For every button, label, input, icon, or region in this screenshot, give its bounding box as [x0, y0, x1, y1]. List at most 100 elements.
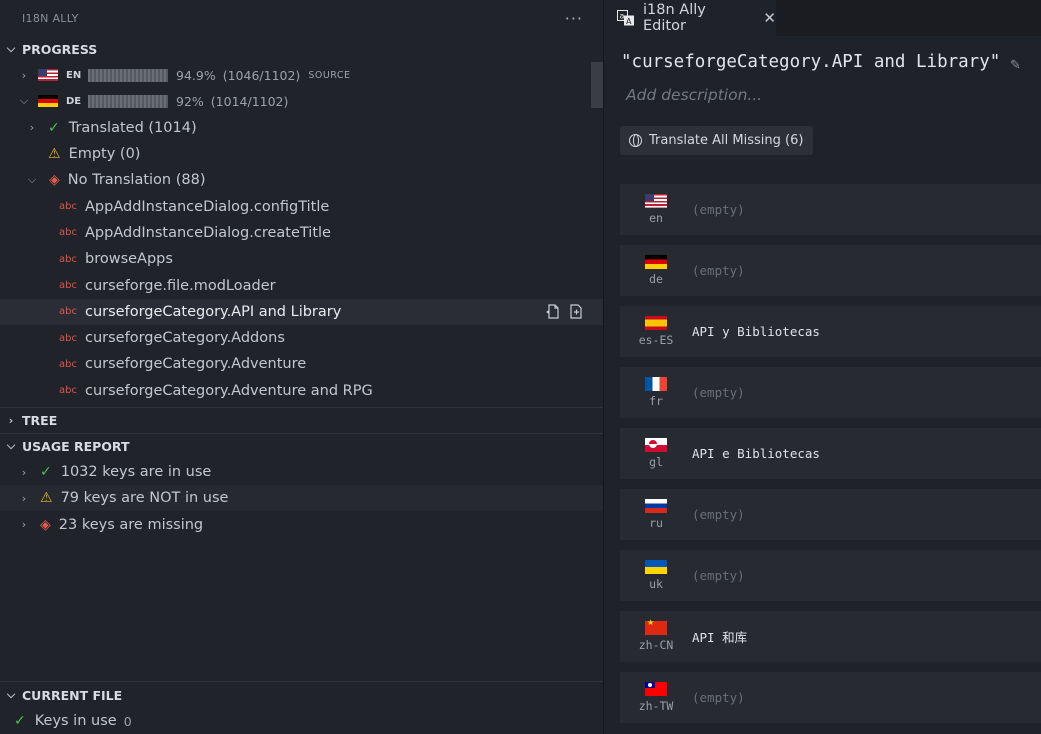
key-label: curseforge.file.modLoader: [85, 277, 276, 294]
string-key-icon: abc: [59, 385, 77, 397]
i18n-ally-editor: aA i18n Ally Editor ✕ "curseforgeCategor…: [605, 0, 1041, 734]
current-file-keys-in-use[interactable]: ✓ Keys in use 0: [0, 708, 603, 734]
locale-value[interactable]: API e Bibliotecas: [692, 446, 820, 461]
flag-tw-icon: [645, 682, 667, 696]
locale-flag-column: zh-TW: [620, 682, 692, 713]
key-item[interactable]: abc browseApps: [0, 246, 603, 272]
check-icon: ✓: [14, 713, 26, 730]
key-label: AppAddInstanceDialog.createTitle: [85, 224, 331, 241]
tree-section-header[interactable]: › TREE: [0, 406, 603, 433]
locale-row-de[interactable]: de (empty): [620, 245, 1041, 296]
string-key-icon: abc: [59, 358, 77, 370]
sidebar-header: I18N ALLY ···: [0, 0, 603, 36]
progress-section-header[interactable]: ⌵ PROGRESS: [0, 36, 603, 62]
translate-all-missing-button[interactable]: Translate All Missing (6): [620, 126, 814, 155]
language-code: EN: [66, 69, 82, 81]
chevron-right-icon: ›: [21, 465, 27, 479]
tab-i18n-ally-editor[interactable]: aA i18n Ally Editor ✕: [605, 0, 776, 36]
chevron-down-icon: ⌵: [6, 439, 16, 453]
usage-in-use[interactable]: › ✓ 1032 keys are in use: [0, 459, 603, 485]
locale-row-es-es[interactable]: es-ES API y Bibliotecas: [620, 306, 1041, 357]
locale-code: de: [649, 272, 663, 286]
more-actions-icon[interactable]: ···: [565, 9, 583, 28]
flag-es-icon: [645, 316, 667, 330]
flag-ru-icon: [645, 499, 667, 513]
usage-section-header[interactable]: ⌵ USAGE REPORT: [0, 432, 603, 459]
progress-scrollbar[interactable]: [591, 62, 603, 108]
no-translation-group[interactable]: ⌵ ◈ No Translation (88): [0, 167, 603, 193]
usage-not-in-use[interactable]: › ⚠ 79 keys are NOT in use: [0, 485, 603, 512]
current-file-section: ⌵ CURRENT FILE ✓ Keys in use 0: [0, 681, 603, 734]
key-item[interactable]: abc curseforgeCategory.Addons: [0, 325, 603, 351]
locale-row-fr[interactable]: fr (empty): [620, 367, 1041, 418]
locale-row-uk[interactable]: uk (empty): [620, 550, 1041, 601]
locale-flag-column: fr: [620, 377, 692, 408]
row-actions: [545, 303, 585, 320]
string-key-icon: abc: [59, 306, 77, 318]
progress-ratio: (1046/1102): [222, 67, 301, 83]
key-item[interactable]: abc AppAddInstanceDialog.createTitle: [0, 220, 603, 246]
locale-row-zh-cn[interactable]: zh-CN API 和库: [620, 611, 1041, 662]
translate-icon: aA: [617, 10, 635, 26]
key-label: curseforgeCategory.Adventure: [85, 356, 307, 373]
flag-gl-icon: [645, 438, 667, 452]
locale-row-ru[interactable]: ru (empty): [620, 489, 1041, 540]
flag-uk-icon: [645, 560, 667, 574]
locale-flag-column: gl: [620, 438, 692, 469]
key-item[interactable]: abc curseforgeCategory.Adventure: [0, 351, 603, 377]
progress-language-en[interactable]: › EN 94.9% (1046/1102) SOURCE: [0, 62, 603, 88]
open-key-icon[interactable]: [545, 303, 562, 320]
locale-flag-column: ru: [620, 499, 692, 530]
locale-value[interactable]: (empty): [692, 690, 745, 705]
locale-row-gl[interactable]: gl API e Bibliotecas: [620, 428, 1041, 479]
locale-value[interactable]: (empty): [692, 568, 745, 583]
flag-cn-icon: [645, 618, 667, 635]
key-label: curseforgeCategory.Adventure and RPG: [85, 382, 373, 399]
locale-code: en: [649, 211, 663, 225]
translate-key-icon[interactable]: [568, 303, 585, 320]
locale-code: es-ES: [638, 333, 674, 347]
locale-row-en[interactable]: en (empty): [620, 184, 1041, 235]
tab-bar: aA i18n Ally Editor ✕: [605, 0, 1041, 36]
locale-flag-column: de: [620, 255, 692, 286]
usage-missing[interactable]: › ◈ 23 keys are missing: [0, 511, 603, 537]
chevron-down-icon: ⌵: [19, 94, 29, 108]
description-input[interactable]: Add description...: [626, 86, 762, 104]
translated-group[interactable]: › ✓ Translated (1014): [0, 115, 603, 141]
i18n-ally-sidebar: I18N ALLY ··· ⌵ PROGRESS › EN 94.9% (104…: [0, 0, 604, 734]
key-item-selected[interactable]: abc curseforgeCategory.API and Library: [0, 298, 603, 325]
locale-code: gl: [649, 455, 663, 469]
language-code: DE: [66, 95, 82, 107]
translated-label: Translated (1014): [68, 119, 197, 136]
progress-ratio: (1014/1102): [210, 93, 289, 109]
usage-not-in-use-label: 79 keys are NOT in use: [60, 490, 229, 507]
translate-all-label: Translate All Missing (6): [649, 133, 804, 148]
locale-value[interactable]: (empty): [692, 385, 745, 400]
flag-de-icon: [38, 95, 58, 108]
chevron-down-icon: ⌵: [6, 42, 16, 55]
locale-value[interactable]: API 和库: [692, 627, 747, 646]
editor-key-title: "curseforgeCategory.API and Library": [621, 52, 1001, 72]
key-item[interactable]: abc AppAddInstanceDialog.configTitle: [0, 193, 603, 219]
locale-value[interactable]: (empty): [692, 263, 745, 278]
key-item[interactable]: abc curseforgeCategory.Adventure and RPG: [0, 378, 603, 404]
empty-group[interactable]: ⚠ Empty (0): [0, 141, 603, 167]
locale-value[interactable]: (empty): [692, 507, 745, 522]
close-icon[interactable]: ✕: [763, 9, 776, 27]
locale-code: ru: [649, 516, 663, 530]
progress-language-de[interactable]: ⌵ DE 92% (1014/1102): [0, 88, 603, 114]
pencil-icon[interactable]: ✎: [1010, 58, 1021, 73]
locale-value[interactable]: (empty): [692, 202, 745, 217]
usage-in-use-label: 1032 keys are in use: [60, 464, 212, 480]
string-key-icon: abc: [59, 332, 77, 344]
key-item[interactable]: abc curseforge.file.modLoader: [0, 272, 603, 298]
key-label: AppAddInstanceDialog.configTitle: [85, 198, 330, 215]
locale-flag-column: en: [620, 194, 692, 225]
locale-list: en (empty) de (empty) es-ES API y Biblio…: [620, 184, 1041, 733]
locale-value[interactable]: API y Bibliotecas: [692, 324, 820, 339]
string-key-icon: abc: [59, 201, 77, 213]
current-file-section-header[interactable]: ⌵ CURRENT FILE: [0, 682, 603, 708]
locale-row-zh-tw[interactable]: zh-TW (empty): [620, 672, 1041, 723]
string-key-icon: abc: [59, 280, 77, 292]
string-key-icon: abc: [59, 253, 77, 265]
